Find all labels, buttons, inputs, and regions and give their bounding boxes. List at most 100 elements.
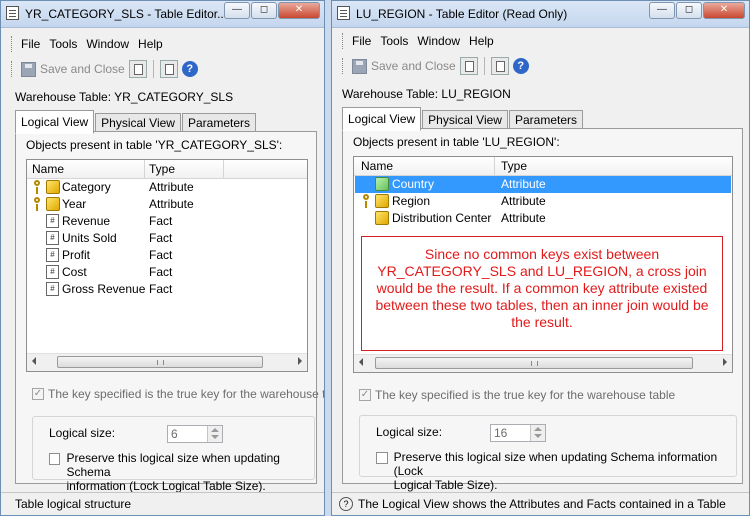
menu-window[interactable]: Window — [86, 37, 129, 51]
list-item[interactable]: # Gross Revenue Fact — [28, 281, 306, 298]
help-icon[interactable]: ? — [181, 61, 198, 77]
logical-size-stepper[interactable]: 6 — [167, 425, 223, 443]
left-caption-buttons: — ◻ ✕ — [223, 2, 320, 19]
table-editor-icon — [337, 6, 350, 20]
true-key-label: The key specified is the true key for th… — [375, 388, 676, 402]
left-status-bar: Table logical structure — [1, 492, 324, 515]
edit-icon[interactable] — [128, 60, 147, 78]
list-item[interactable]: # Revenue Fact — [28, 213, 306, 230]
true-key-checkbox[interactable]: ✓ The key specified is the true key for … — [359, 388, 675, 402]
logical-view-panel: Objects present in table 'YR_CATEGORY_SL… — [15, 131, 324, 493]
row-type: Fact — [149, 265, 173, 279]
menu-tools[interactable]: Tools — [49, 37, 77, 51]
column-header-type[interactable]: Type — [501, 159, 527, 173]
right-title-bar[interactable]: LU_REGION - Table Editor (Read Only) — ◻… — [332, 1, 749, 28]
objects-list[interactable]: Name Type Category Attribute Year Attribute… — [26, 159, 308, 372]
scroll-right-arrow-icon[interactable] — [723, 358, 727, 366]
menu-file[interactable]: File — [21, 37, 40, 51]
logical-view-panel: Objects present in table 'LU_REGION': Na… — [342, 128, 743, 492]
tab-parameters[interactable]: Parameters — [181, 113, 256, 133]
menu-window[interactable]: Window — [417, 34, 460, 48]
menu-file[interactable]: File — [352, 34, 371, 48]
tab-physical-view[interactable]: Physical View — [422, 110, 508, 130]
preserve-label-line1: Preserve this logical size when updating… — [393, 450, 718, 478]
horizontal-scrollbar[interactable] — [27, 353, 307, 371]
true-key-checkbox[interactable]: ✓ The key specified is the true key for … — [32, 387, 324, 401]
status-text: Table logical structure — [15, 497, 132, 511]
preserve-size-checkbox[interactable]: Preserve this logical size when updating… — [49, 451, 314, 493]
window-icon[interactable] — [159, 60, 178, 78]
menu-grip-handle[interactable] — [342, 33, 346, 49]
list-item[interactable]: # Units Sold Fact — [28, 230, 306, 247]
tab-physical-view[interactable]: Physical View — [95, 113, 181, 133]
window-icon[interactable] — [490, 57, 509, 75]
list-item[interactable]: Country Attribute — [355, 176, 731, 193]
spin-arrows-icon[interactable] — [530, 425, 545, 441]
table-editor-icon — [6, 6, 19, 20]
list-item[interactable]: Region Attribute — [355, 193, 731, 210]
column-divider[interactable] — [223, 160, 224, 178]
logical-size-group: Logical size: 6 Preserve this logical si… — [32, 416, 315, 493]
left-menu-bar: File Tools Window Help — [11, 34, 172, 54]
help-icon[interactable]: ? — [512, 58, 529, 74]
column-divider[interactable] — [144, 160, 145, 178]
row-name: Region — [392, 194, 431, 208]
scroll-left-arrow-icon[interactable] — [32, 357, 36, 365]
spin-arrows-icon[interactable] — [207, 426, 222, 442]
menu-help[interactable]: Help — [138, 37, 163, 51]
scroll-left-arrow-icon[interactable] — [359, 358, 363, 366]
horizontal-scrollbar[interactable] — [354, 354, 732, 372]
left-table-editor-window: YR_CATEGORY_SLS - Table Editor... — ◻ ✕ … — [0, 0, 325, 516]
row-type: Fact — [149, 214, 173, 228]
tab-logical-view[interactable]: Logical View — [342, 107, 422, 131]
menu-help[interactable]: Help — [469, 34, 494, 48]
maximize-button[interactable]: ◻ — [251, 2, 277, 19]
row-name: Units Sold — [62, 231, 117, 245]
maximize-button[interactable]: ◻ — [676, 2, 702, 19]
close-button[interactable]: ✕ — [703, 2, 745, 19]
tab-parameters[interactable]: Parameters — [508, 110, 583, 130]
row-name: Profit — [62, 248, 91, 262]
join-explanation-callout: Since no common keys exist between YR_CA… — [361, 236, 723, 351]
list-item[interactable]: # Cost Fact — [28, 264, 306, 281]
left-title-bar[interactable]: YR_CATEGORY_SLS - Table Editor... — ◻ ✕ — [1, 1, 324, 28]
save-and-close-button[interactable]: Save and Close — [352, 55, 456, 77]
column-header-name[interactable]: Name — [361, 159, 393, 173]
warehouse-table-label: Warehouse Table: LU_REGION — [342, 87, 511, 101]
minimize-button[interactable]: — — [224, 2, 250, 19]
scroll-right-arrow-icon[interactable] — [298, 357, 302, 365]
row-type: Fact — [149, 231, 173, 245]
row-name: Year — [62, 197, 87, 211]
list-item[interactable]: # Profit Fact — [28, 247, 306, 264]
fact-icon: # — [46, 231, 59, 245]
menu-tools[interactable]: Tools — [380, 34, 408, 48]
toolbar-grip-handle[interactable] — [342, 58, 346, 74]
scrollbar-thumb[interactable] — [375, 357, 693, 369]
list-item[interactable]: Distribution Center Attribute — [355, 210, 731, 227]
list-header: Name Type — [354, 157, 732, 176]
close-button[interactable]: ✕ — [278, 2, 320, 19]
scrollbar-thumb[interactable] — [57, 356, 263, 368]
preserve-size-checkbox[interactable]: Preserve this logical size when updating… — [376, 450, 736, 492]
row-type: Attribute — [501, 194, 546, 208]
tab-logical-view[interactable]: Logical View — [15, 110, 95, 134]
column-header-type[interactable]: Type — [149, 162, 175, 176]
list-item[interactable]: Category Attribute — [28, 179, 306, 196]
menu-grip-handle[interactable] — [11, 36, 15, 52]
list-item[interactable]: Year Attribute — [28, 196, 306, 213]
logical-size-stepper[interactable]: 16 — [490, 424, 546, 442]
key-icon — [34, 197, 40, 211]
logical-size-label: Logical size: — [49, 426, 116, 440]
attribute-icon — [46, 197, 60, 211]
row-type: Fact — [149, 248, 173, 262]
toolbar-grip-handle[interactable] — [11, 61, 15, 77]
column-header-name[interactable]: Name — [32, 162, 64, 176]
save-and-close-button[interactable]: Save and Close — [21, 58, 125, 80]
list-header: Name Type — [27, 160, 307, 179]
left-toolbar: Save and Close ? — [11, 56, 198, 82]
column-divider[interactable] — [494, 157, 495, 175]
minimize-button[interactable]: — — [649, 2, 675, 19]
right-status-bar: ? The Logical View shows the Attributes … — [332, 492, 749, 515]
preserve-label-line2: information (Lock Logical Table Size). — [66, 479, 266, 493]
edit-icon[interactable] — [459, 57, 478, 75]
